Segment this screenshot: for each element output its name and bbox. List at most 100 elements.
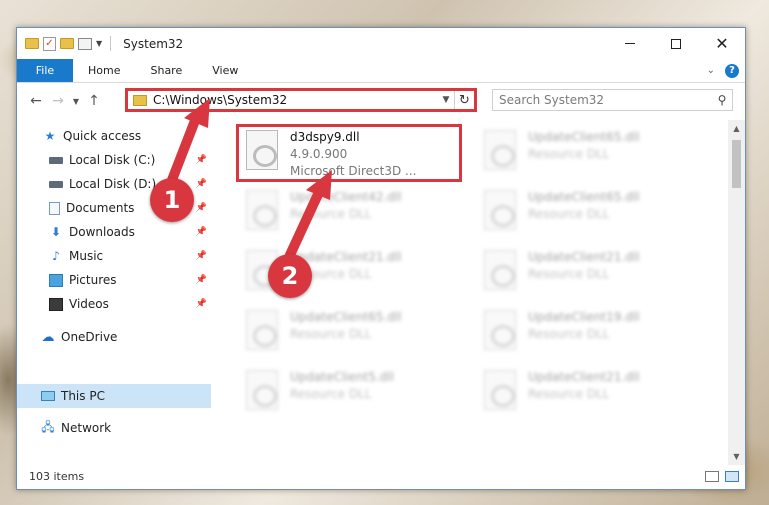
maximize-button[interactable]: [653, 28, 699, 59]
forward-arrow-icon[interactable]: →: [47, 93, 69, 109]
pin-icon[interactable]: 📌: [196, 155, 207, 165]
close-icon: ✕: [715, 34, 729, 53]
file-name: UpdateClient65.dll: [290, 310, 402, 324]
file-name: UpdateClient19.dll: [528, 310, 640, 324]
title-bar: ✓ ▼ System32 ✕: [17, 28, 745, 59]
details-view-icon[interactable]: [705, 470, 719, 482]
item-count: 103 items: [29, 469, 85, 483]
network-icon: 🖧: [41, 419, 55, 434]
sidebar-item-music[interactable]: ♪ Music 📌: [17, 244, 211, 268]
tab-file[interactable]: File: [17, 59, 73, 82]
file-item[interactable]: UpdateClient65.dll Resource DLL: [480, 126, 700, 182]
up-arrow-icon[interactable]: ↑: [83, 93, 105, 109]
file-item[interactable]: UpdateClient21.dll Resource DLL: [480, 246, 700, 302]
dll-file-icon: [246, 310, 278, 350]
sidebar-item-label: Downloads: [69, 225, 135, 239]
ribbon-tabs: File Home Share View ⌄ ?: [17, 59, 745, 83]
sidebar-item-videos[interactable]: Videos 📌: [17, 292, 211, 316]
address-dropdown-chevron-icon[interactable]: ▼: [438, 95, 454, 105]
file-type: Resource DLL: [528, 327, 610, 341]
sidebar-item-label: Music: [69, 249, 104, 263]
pin-icon[interactable]: 📌: [196, 275, 207, 285]
pin-icon[interactable]: 📌: [196, 299, 207, 309]
cloud-icon: ☁: [41, 329, 55, 345]
file-name: UpdateClient65.dll: [528, 130, 640, 144]
sidebar-item-label: Network: [61, 421, 112, 435]
sidebar-item-this-pc[interactable]: This PC: [17, 384, 211, 408]
file-type: Resource DLL: [290, 207, 372, 221]
address-bar[interactable]: C:\Windows\System32 ▼ ↻: [125, 88, 477, 112]
sidebar-item-downloads[interactable]: ⬇ Downloads 📌: [17, 220, 211, 244]
file-type: Resource DLL: [528, 387, 610, 401]
folder-icon: [133, 94, 147, 106]
recent-locations-chevron-icon[interactable]: ▼: [69, 97, 83, 106]
sidebar-item-onedrive[interactable]: ☁ OneDrive: [17, 325, 211, 349]
minimize-icon: [625, 43, 635, 44]
tab-share[interactable]: Share: [135, 59, 197, 82]
sidebar-item-network[interactable]: 🖧 Network: [17, 416, 211, 440]
tab-view[interactable]: View: [197, 59, 253, 82]
vertical-scrollbar[interactable]: ▲ ▼: [728, 120, 745, 465]
file-name: UpdateClient21.dll: [528, 370, 640, 384]
video-icon: [49, 297, 63, 311]
properties-check-icon[interactable]: ✓: [43, 36, 56, 51]
maximize-icon: [671, 38, 681, 49]
search-box[interactable]: Search System32 ⚲: [492, 89, 733, 111]
file-type: Resource DLL: [528, 267, 610, 281]
search-icon[interactable]: ⚲: [712, 93, 732, 107]
window-controls: ✕: [607, 28, 745, 59]
file-name: UpdateClient5.dll: [290, 370, 394, 384]
file-type: Resource DLL: [290, 387, 372, 401]
sidebar-item-label: This PC: [61, 389, 105, 403]
search-input[interactable]: Search System32: [499, 93, 712, 107]
pin-icon[interactable]: 📌: [196, 179, 207, 189]
dll-file-icon: [484, 310, 516, 350]
expand-ribbon-chevron-icon[interactable]: ⌄: [707, 65, 715, 76]
refresh-icon[interactable]: ↻: [454, 91, 474, 109]
file-item[interactable]: UpdateClient5.dll Resource DLL: [242, 366, 462, 422]
sidebar-item-label: Quick access: [63, 129, 142, 143]
quick-access-toolbar: ✓ ▼: [17, 36, 115, 51]
toolbar-divider: [110, 36, 112, 51]
disk-icon: [49, 156, 63, 164]
folder-icon: [25, 38, 39, 49]
file-item[interactable]: UpdateClient19.dll Resource DLL: [480, 306, 700, 362]
disk-icon: [49, 180, 63, 188]
pin-icon[interactable]: 📌: [196, 251, 207, 261]
step-badge-2: 2: [268, 254, 312, 298]
minimize-button[interactable]: [607, 28, 653, 59]
address-path[interactable]: C:\Windows\System32: [153, 93, 438, 107]
window-title: System32: [123, 36, 184, 51]
close-button[interactable]: ✕: [699, 28, 745, 59]
step-badge-1: 1: [150, 178, 194, 222]
customize-toolbar-chevron-icon[interactable]: ▼: [96, 39, 102, 48]
document-icon: [49, 201, 60, 215]
sidebar-item-local-disk-c[interactable]: Local Disk (C:) 📌: [17, 148, 211, 172]
dll-file-icon: [484, 250, 516, 290]
file-item[interactable]: UpdateClient42.dll Resource DLL: [242, 186, 462, 242]
help-icon[interactable]: ?: [725, 63, 739, 78]
file-item[interactable]: UpdateClient65.dll Resource DLL: [480, 186, 700, 242]
tab-home[interactable]: Home: [73, 59, 135, 82]
sidebar-item-quick-access[interactable]: ★ Quick access: [17, 124, 211, 148]
pin-icon[interactable]: 📌: [196, 227, 207, 237]
dll-file-icon: [246, 190, 278, 230]
file-item[interactable]: UpdateClient65.dll Resource DLL: [242, 306, 462, 362]
large-icons-view-icon[interactable]: [725, 470, 739, 482]
file-name: UpdateClient65.dll: [528, 190, 640, 204]
pin-icon[interactable]: 📌: [196, 203, 207, 213]
scroll-up-chevron-icon[interactable]: ▲: [728, 120, 745, 137]
scrollbar-thumb[interactable]: [732, 140, 741, 188]
view-toggle: [705, 470, 739, 482]
file-item[interactable]: UpdateClient21.dll Resource DLL: [480, 366, 700, 422]
new-folder-icon[interactable]: [60, 38, 74, 49]
status-bar: 103 items: [17, 463, 745, 489]
dll-file-icon: [246, 370, 278, 410]
file-explorer-window: ✓ ▼ System32 ✕ File Home Share View ⌄ ? …: [16, 27, 746, 490]
properties-icon[interactable]: [78, 37, 92, 50]
file-type: Resource DLL: [528, 147, 610, 161]
back-arrow-icon[interactable]: ←: [25, 93, 47, 109]
download-icon: ⬇: [50, 225, 62, 239]
sidebar-item-pictures[interactable]: Pictures 📌: [17, 268, 211, 292]
file-name: UpdateClient42.dll: [290, 190, 402, 204]
